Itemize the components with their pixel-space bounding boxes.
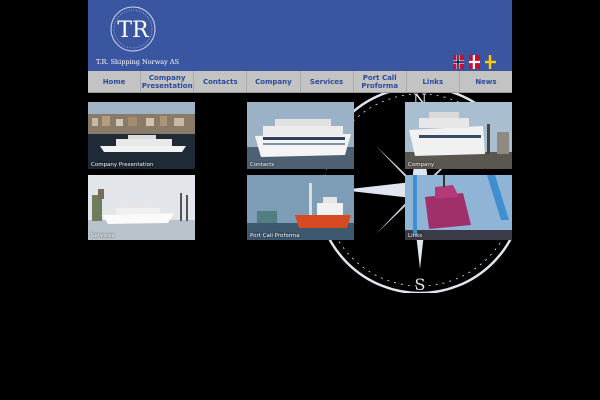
nav-item-links[interactable]: Links bbox=[407, 71, 460, 92]
main-navigation: Home Company Presentation Contacts Compa… bbox=[88, 71, 512, 93]
yacht-photo-icon bbox=[88, 175, 195, 240]
company-logo[interactable]: TR bbox=[109, 5, 157, 53]
tile-label: Company Presentation bbox=[91, 162, 154, 168]
tile-label: Company bbox=[408, 162, 435, 168]
ship-at-quay-photo-icon bbox=[405, 102, 512, 169]
tile-label: Links bbox=[408, 233, 423, 239]
company-name: T.R. Shipping Norway AS bbox=[96, 58, 180, 66]
tile-label: Port Call Proforma bbox=[250, 233, 300, 239]
nav-item-home[interactable]: Home bbox=[88, 71, 142, 92]
nav-item-company-presentation[interactable]: Company Presentation bbox=[141, 71, 195, 92]
denmark-flag-icon[interactable] bbox=[469, 55, 480, 69]
nav-item-services[interactable]: Services bbox=[301, 71, 354, 92]
nav-item-news[interactable]: News bbox=[460, 71, 512, 92]
tile-label: Contacts bbox=[250, 162, 275, 168]
harbour-photo-icon bbox=[88, 102, 195, 169]
offshore-vessel-photo-icon bbox=[247, 175, 354, 240]
norway-flag-icon[interactable] bbox=[453, 55, 464, 69]
sweden-flag-icon[interactable] bbox=[485, 55, 496, 69]
site-container: TR T.R. Shipping Norway AS Home Company … bbox=[88, 0, 512, 400]
tile-company[interactable]: Company bbox=[405, 102, 512, 169]
cruise-ship-photo-icon bbox=[247, 102, 354, 169]
tile-label: Services bbox=[91, 233, 115, 239]
header: TR T.R. Shipping Norway AS bbox=[88, 0, 512, 71]
tile-links[interactable]: Links bbox=[405, 175, 512, 240]
propeller-crane-photo-icon bbox=[405, 175, 512, 240]
compass-south-label: S bbox=[415, 275, 426, 293]
tile-services[interactable]: Services bbox=[88, 175, 195, 240]
svg-text:TR: TR bbox=[117, 18, 150, 43]
tile-contacts[interactable]: Contacts bbox=[247, 102, 354, 169]
tile-port-call-proforma[interactable]: Port Call Proforma bbox=[247, 175, 354, 240]
nav-item-company[interactable]: Company bbox=[247, 71, 301, 92]
nav-item-contacts[interactable]: Contacts bbox=[194, 71, 248, 92]
tile-company-presentation[interactable]: Company Presentation bbox=[88, 102, 195, 169]
nav-item-port-call-proforma[interactable]: Port Call Proforma bbox=[354, 71, 407, 92]
